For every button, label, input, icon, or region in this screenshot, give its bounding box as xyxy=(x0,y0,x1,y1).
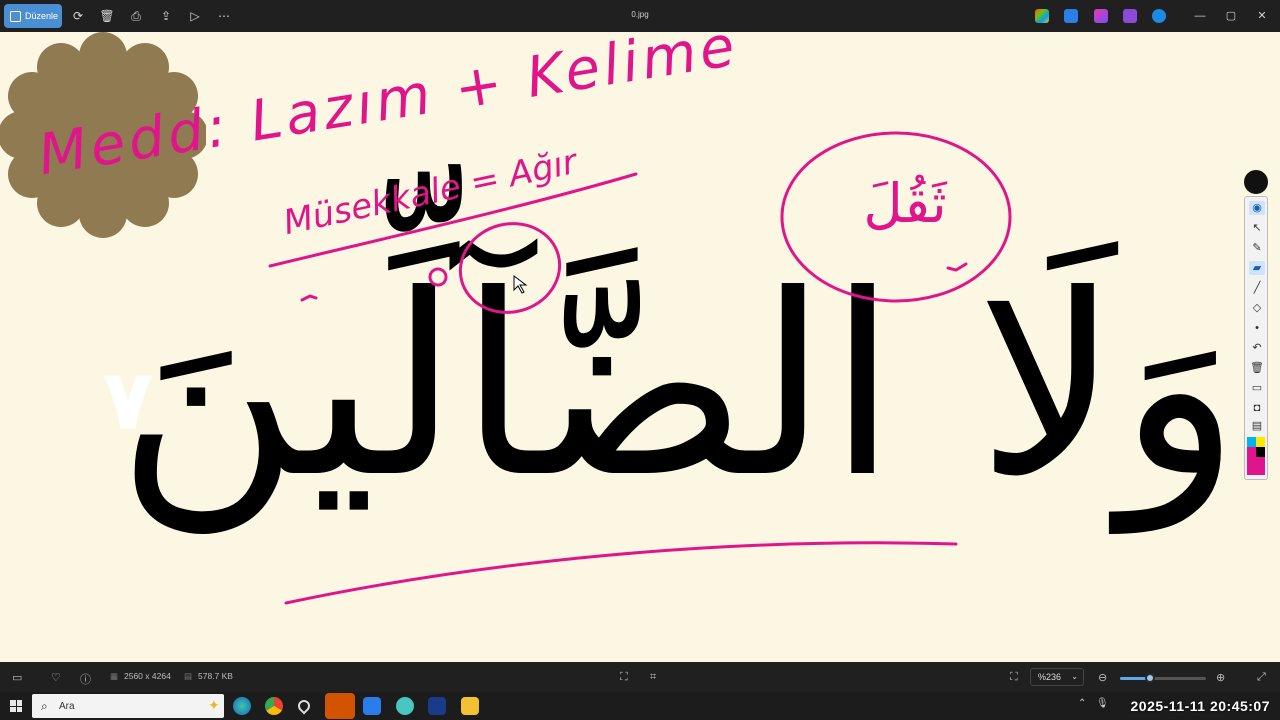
maps-icon[interactable] xyxy=(295,697,313,715)
minimize-button[interactable]: — xyxy=(1192,8,1208,24)
clock-datetime: 2025-11-11 20:45:07 xyxy=(1130,698,1270,714)
active-app-icon[interactable] xyxy=(325,693,355,719)
clock[interactable]: 2025-11-11 20:45:07 xyxy=(1110,694,1280,718)
taskbar: ⌕ Ara ✦ ⌃ 🎙︎ 2025-11-11 20:45:07 xyxy=(0,692,1280,720)
chevron-down-icon: ⌄ xyxy=(1071,672,1078,681)
pin-toolbar-icon[interactable] xyxy=(1244,170,1268,194)
whiteboard-icon[interactable]: ▭ xyxy=(1249,381,1265,395)
maximize-button[interactable]: ▢ xyxy=(1223,8,1239,24)
onedrive-icon[interactable] xyxy=(1152,9,1166,23)
file-size-icon: ▤ xyxy=(184,671,193,681)
file-size: 578.7 KB xyxy=(198,671,233,681)
swatch-yellow[interactable] xyxy=(1256,437,1265,447)
scan-icon[interactable]: ⌗ xyxy=(650,671,656,684)
image-dimensions: 2560 x 4264 xyxy=(124,671,171,681)
slideshow-icon[interactable]: ▷ xyxy=(187,8,203,24)
favorite-icon[interactable]: ♡ xyxy=(51,671,61,684)
zoom-out-icon[interactable]: ⊖ xyxy=(1098,671,1107,684)
whiteboard-app-icon[interactable] xyxy=(363,697,381,715)
share-icon[interactable]: ⇪ xyxy=(158,8,174,24)
top-toolbar: Düzenle ⟳ 🗑︎ ⎙ ⇪ ▷ ⋯ 0.jpg — ▢ ✕ xyxy=(0,0,1280,32)
dot-size-icon[interactable]: • xyxy=(1249,321,1265,335)
view-eye-icon[interactable]: ◉ xyxy=(1249,201,1265,215)
search-placeholder: Ara xyxy=(59,701,75,712)
edit-button-label: Düzenle xyxy=(25,11,59,21)
swatch-cyan[interactable] xyxy=(1247,437,1256,447)
search-icon: ⌕ xyxy=(41,699,48,713)
status-bar: ▭ ♡ ⓘ ▦ 2560 x 4264 ▤ 578.7 KB ⛶ ⌗ ⛶ %23… xyxy=(0,662,1280,692)
mouse-cursor-icon xyxy=(513,275,528,294)
photos-app-icon[interactable] xyxy=(1123,9,1137,23)
trash-icon[interactable]: 🗑︎ xyxy=(1249,361,1265,375)
clipchamp-icon[interactable] xyxy=(1094,9,1108,23)
zoom-slider-knob[interactable] xyxy=(1145,673,1156,683)
undo-icon[interactable]: ↶ xyxy=(1249,341,1265,355)
info-icon[interactable]: ⓘ xyxy=(80,671,91,687)
microphone-icon[interactable]: 🎙︎ xyxy=(1096,698,1109,709)
zoom-select[interactable]: %236 ⌄ xyxy=(1030,668,1084,686)
rotate-icon[interactable]: ⟳ xyxy=(70,8,86,24)
edit-icon xyxy=(10,10,21,22)
zoom-in-icon[interactable]: ⊕ xyxy=(1216,671,1225,684)
file-name: 0.jpg xyxy=(631,10,649,19)
zoom-value: %236 xyxy=(1038,672,1062,682)
teal-app-icon[interactable] xyxy=(396,697,414,715)
sparkle-icon: ✦ xyxy=(208,697,220,713)
swatch-black[interactable] xyxy=(1256,447,1265,457)
clipboard-icon[interactable]: ▤ xyxy=(1249,419,1265,433)
pointer-icon[interactable]: ↖ xyxy=(1249,221,1265,235)
edge-icon[interactable] xyxy=(233,697,251,715)
highlighter-icon[interactable]: ▰ xyxy=(1249,261,1265,275)
zoom-slider[interactable] xyxy=(1120,673,1206,683)
tray-chevron-icon[interactable]: ⌃ xyxy=(1078,698,1086,709)
fullscreen-icon[interactable]: ⤢ xyxy=(1257,671,1266,684)
dimensions-icon: ▦ xyxy=(110,671,119,681)
start-button[interactable] xyxy=(10,700,22,712)
pen-icon[interactable]: ✎ xyxy=(1249,241,1265,255)
copilot-icon[interactable] xyxy=(1035,9,1049,23)
taskbar-search[interactable]: ⌕ Ara ✦ xyxy=(32,694,224,718)
delete-icon[interactable]: 🗑︎ xyxy=(99,8,115,24)
chrome-icon[interactable] xyxy=(265,697,283,715)
swatch-selected-pink[interactable] xyxy=(1247,457,1265,475)
edit-button[interactable]: Düzenle xyxy=(4,4,62,28)
designer-icon[interactable] xyxy=(1064,9,1078,23)
print-icon[interactable]: ⎙ xyxy=(128,8,144,24)
color-swatches xyxy=(1247,437,1265,477)
image-canvas[interactable]: ٧ وَلَا الضَّآلِّينَ Medd: Lazım + Kelim… xyxy=(0,32,1280,662)
more-options-icon[interactable]: ⋯ xyxy=(216,8,232,24)
line-icon[interactable]: ╱ xyxy=(1249,281,1265,295)
crop-icon[interactable]: ⛶ xyxy=(620,671,628,684)
file-explorer-icon[interactable] xyxy=(461,697,479,715)
swatch-magenta[interactable] xyxy=(1247,447,1256,457)
close-button[interactable]: ✕ xyxy=(1254,8,1270,24)
eraser-icon[interactable]: ◇ xyxy=(1249,301,1265,315)
fit-to-window-icon[interactable]: ⛶ xyxy=(1010,671,1018,684)
camera-icon[interactable]: ◘ xyxy=(1249,401,1265,415)
mail-icon[interactable] xyxy=(428,697,446,715)
annotation-toolbar: ◉ ↖ ✎ ▰ ╱ ◇ • ↶ 🗑︎ ▭ ◘ ▤ xyxy=(1244,196,1268,480)
filmstrip-icon[interactable]: ▭ xyxy=(12,671,22,684)
